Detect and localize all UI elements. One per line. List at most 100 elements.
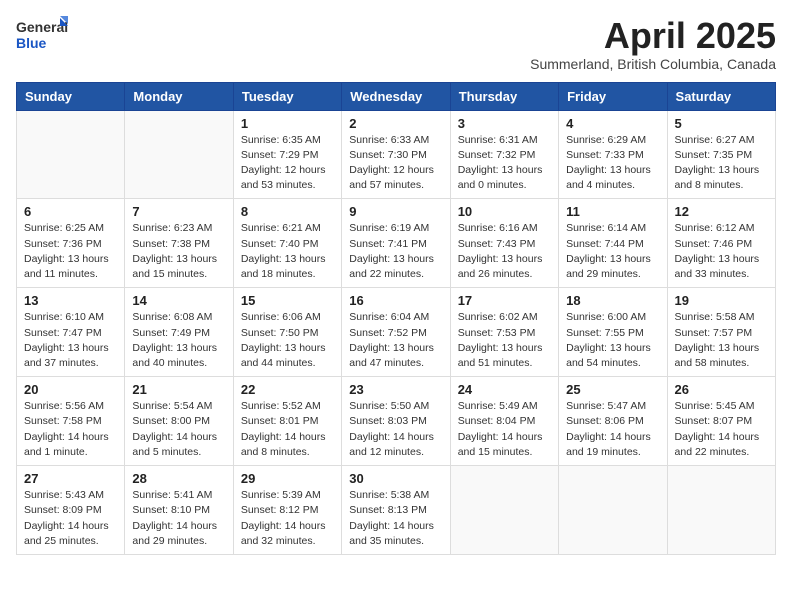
day-number: 14: [132, 293, 225, 308]
day-info: Sunrise: 6:06 AM Sunset: 7:50 PM Dayligh…: [241, 310, 334, 371]
day-info: Sunrise: 6:21 AM Sunset: 7:40 PM Dayligh…: [241, 221, 334, 282]
calendar-cell: 1 Sunrise: 6:35 AM Sunset: 7:29 PM Daylig…: [233, 110, 341, 199]
day-number: 9: [349, 204, 442, 219]
day-info: Sunrise: 6:08 AM Sunset: 7:49 PM Dayligh…: [132, 310, 225, 371]
day-info: Sunrise: 6:27 AM Sunset: 7:35 PM Dayligh…: [675, 133, 768, 194]
calendar-week-row: 13Sunrise: 6:10 AM Sunset: 7:47 PM Dayli…: [17, 288, 776, 377]
day-number: 16: [349, 293, 442, 308]
calendar-cell: 22 Sunrise: 5:52 AM Sunset: 8:01 PM Dayli…: [233, 377, 341, 466]
day-info: Sunrise: 5:50 AM Sunset: 8:03 PM Dayligh…: [349, 399, 442, 460]
calendar-cell: 13Sunrise: 6:10 AM Sunset: 7:47 PM Dayli…: [17, 288, 125, 377]
calendar-header-row: SundayMondayTuesdayWednesdayThursdayFrid…: [17, 82, 776, 110]
calendar-cell: 9 Sunrise: 6:19 AM Sunset: 7:41 PM Daylig…: [342, 199, 450, 288]
day-number: 25: [566, 382, 659, 397]
day-info: Sunrise: 5:56 AM Sunset: 7:58 PM Dayligh…: [24, 399, 117, 460]
day-info: Sunrise: 6:00 AM Sunset: 7:55 PM Dayligh…: [566, 310, 659, 371]
day-number: 6: [24, 204, 117, 219]
calendar-week-row: 27 Sunrise: 5:43 AM Sunset: 8:09 PM Dayli…: [17, 466, 776, 555]
month-title: April 2025: [530, 16, 776, 56]
day-info: Sunrise: 5:41 AM Sunset: 8:10 PM Dayligh…: [132, 488, 225, 549]
calendar-cell: [17, 110, 125, 199]
day-number: 21: [132, 382, 225, 397]
day-info: Sunrise: 5:39 AM Sunset: 8:12 PM Dayligh…: [241, 488, 334, 549]
calendar-cell: 25Sunrise: 5:47 AM Sunset: 8:06 PM Dayli…: [559, 377, 667, 466]
day-info: Sunrise: 6:29 AM Sunset: 7:33 PM Dayligh…: [566, 133, 659, 194]
day-info: Sunrise: 5:38 AM Sunset: 8:13 PM Dayligh…: [349, 488, 442, 549]
day-number: 18: [566, 293, 659, 308]
day-number: 20: [24, 382, 117, 397]
day-number: 26: [675, 382, 768, 397]
day-number: 12: [675, 204, 768, 219]
day-number: 15: [241, 293, 334, 308]
day-number: 30: [349, 471, 442, 486]
day-info: Sunrise: 6:14 AM Sunset: 7:44 PM Dayligh…: [566, 221, 659, 282]
day-info: Sunrise: 6:33 AM Sunset: 7:30 PM Dayligh…: [349, 133, 442, 194]
day-info: Sunrise: 5:49 AM Sunset: 8:04 PM Dayligh…: [458, 399, 551, 460]
day-number: 24: [458, 382, 551, 397]
calendar-cell: 17 Sunrise: 6:02 AM Sunset: 7:53 PM Dayli…: [450, 288, 558, 377]
day-number: 10: [458, 204, 551, 219]
logo: General Blue: [16, 16, 68, 56]
calendar-cell: 18 Sunrise: 6:00 AM Sunset: 7:55 PM Dayli…: [559, 288, 667, 377]
logo-svg: General Blue: [16, 16, 68, 56]
day-number: 11: [566, 204, 659, 219]
day-number: 3: [458, 116, 551, 131]
calendar-cell: [559, 466, 667, 555]
day-info: Sunrise: 6:35 AM Sunset: 7:29 PM Dayligh…: [241, 133, 334, 194]
calendar-cell: 30 Sunrise: 5:38 AM Sunset: 8:13 PM Dayli…: [342, 466, 450, 555]
calendar-week-row: 20 Sunrise: 5:56 AM Sunset: 7:58 PM Dayli…: [17, 377, 776, 466]
calendar-cell: 5 Sunrise: 6:27 AM Sunset: 7:35 PM Daylig…: [667, 110, 775, 199]
day-header-wednesday: Wednesday: [342, 82, 450, 110]
title-block: April 2025 Summerland, British Columbia,…: [530, 16, 776, 72]
day-info: Sunrise: 5:45 AM Sunset: 8:07 PM Dayligh…: [675, 399, 768, 460]
day-info: Sunrise: 5:54 AM Sunset: 8:00 PM Dayligh…: [132, 399, 225, 460]
day-number: 17: [458, 293, 551, 308]
day-number: 22: [241, 382, 334, 397]
day-info: Sunrise: 6:02 AM Sunset: 7:53 PM Dayligh…: [458, 310, 551, 371]
calendar-cell: 16 Sunrise: 6:04 AM Sunset: 7:52 PM Dayli…: [342, 288, 450, 377]
day-info: Sunrise: 6:25 AM Sunset: 7:36 PM Dayligh…: [24, 221, 117, 282]
day-info: Sunrise: 6:23 AM Sunset: 7:38 PM Dayligh…: [132, 221, 225, 282]
calendar-cell: 29Sunrise: 5:39 AM Sunset: 8:12 PM Dayli…: [233, 466, 341, 555]
calendar-cell: 2 Sunrise: 6:33 AM Sunset: 7:30 PM Daylig…: [342, 110, 450, 199]
calendar-cell: 4Sunrise: 6:29 AM Sunset: 7:33 PM Daylig…: [559, 110, 667, 199]
calendar-cell: 19 Sunrise: 5:58 AM Sunset: 7:57 PM Dayli…: [667, 288, 775, 377]
calendar-cell: 26 Sunrise: 5:45 AM Sunset: 8:07 PM Dayli…: [667, 377, 775, 466]
day-header-saturday: Saturday: [667, 82, 775, 110]
day-info: Sunrise: 5:43 AM Sunset: 8:09 PM Dayligh…: [24, 488, 117, 549]
calendar-cell: 12Sunrise: 6:12 AM Sunset: 7:46 PM Dayli…: [667, 199, 775, 288]
day-info: Sunrise: 6:19 AM Sunset: 7:41 PM Dayligh…: [349, 221, 442, 282]
day-number: 23: [349, 382, 442, 397]
day-number: 27: [24, 471, 117, 486]
day-header-thursday: Thursday: [450, 82, 558, 110]
day-header-monday: Monday: [125, 82, 233, 110]
page-header: General Blue April 2025 Summerland, Brit…: [16, 16, 776, 72]
calendar-cell: 21 Sunrise: 5:54 AM Sunset: 8:00 PM Dayli…: [125, 377, 233, 466]
day-info: Sunrise: 5:52 AM Sunset: 8:01 PM Dayligh…: [241, 399, 334, 460]
calendar-cell: 6 Sunrise: 6:25 AM Sunset: 7:36 PM Daylig…: [17, 199, 125, 288]
day-header-friday: Friday: [559, 82, 667, 110]
location-subtitle: Summerland, British Columbia, Canada: [530, 56, 776, 72]
day-number: 1: [241, 116, 334, 131]
day-number: 13: [24, 293, 117, 308]
day-number: 5: [675, 116, 768, 131]
calendar-cell: 11 Sunrise: 6:14 AM Sunset: 7:44 PM Dayli…: [559, 199, 667, 288]
day-number: 28: [132, 471, 225, 486]
day-number: 2: [349, 116, 442, 131]
day-info: Sunrise: 6:16 AM Sunset: 7:43 PM Dayligh…: [458, 221, 551, 282]
calendar-week-row: 6 Sunrise: 6:25 AM Sunset: 7:36 PM Daylig…: [17, 199, 776, 288]
calendar-cell: 10 Sunrise: 6:16 AM Sunset: 7:43 PM Dayli…: [450, 199, 558, 288]
svg-text:Blue: Blue: [16, 35, 47, 51]
calendar-cell: 8Sunrise: 6:21 AM Sunset: 7:40 PM Daylig…: [233, 199, 341, 288]
calendar-cell: 3 Sunrise: 6:31 AM Sunset: 7:32 PM Daylig…: [450, 110, 558, 199]
day-number: 7: [132, 204, 225, 219]
day-info: Sunrise: 5:58 AM Sunset: 7:57 PM Dayligh…: [675, 310, 768, 371]
day-number: 19: [675, 293, 768, 308]
calendar-cell: [667, 466, 775, 555]
calendar-cell: 14 Sunrise: 6:08 AM Sunset: 7:49 PM Dayli…: [125, 288, 233, 377]
calendar-cell: 15 Sunrise: 6:06 AM Sunset: 7:50 PM Dayli…: [233, 288, 341, 377]
day-info: Sunrise: 6:04 AM Sunset: 7:52 PM Dayligh…: [349, 310, 442, 371]
calendar-cell: 23 Sunrise: 5:50 AM Sunset: 8:03 PM Dayli…: [342, 377, 450, 466]
day-info: Sunrise: 6:31 AM Sunset: 7:32 PM Dayligh…: [458, 133, 551, 194]
calendar-week-row: 1 Sunrise: 6:35 AM Sunset: 7:29 PM Daylig…: [17, 110, 776, 199]
